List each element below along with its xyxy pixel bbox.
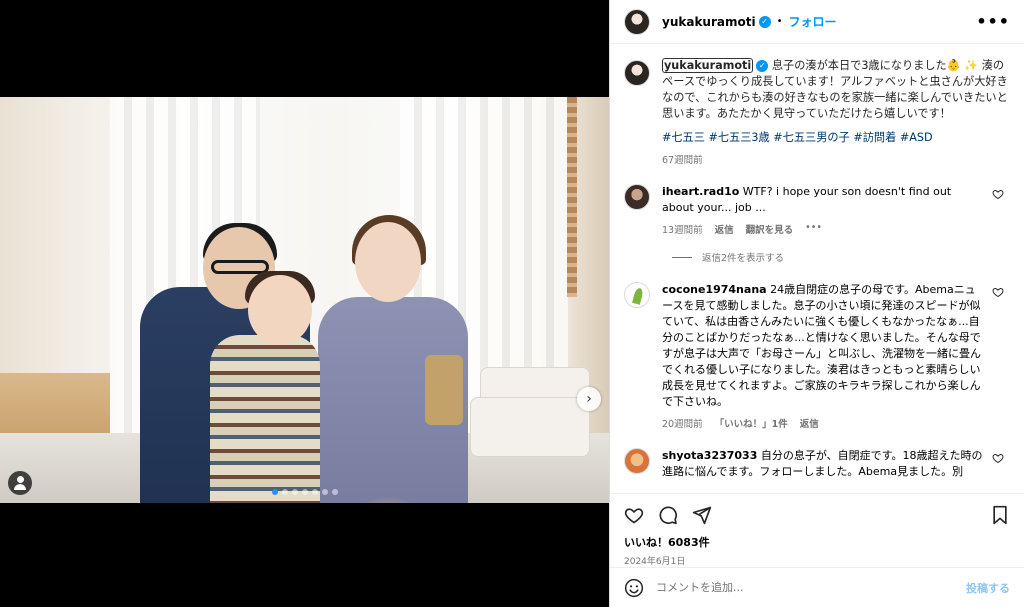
chevron-right-icon: ›: [586, 391, 592, 407]
verified-icon: ✓: [758, 15, 771, 28]
tassel: [567, 97, 577, 297]
reply-button[interactable]: 返信: [800, 416, 819, 430]
face: [248, 275, 312, 345]
comment-more-button[interactable]: •••: [805, 222, 822, 236]
post-date: 2024年6月1日: [624, 557, 686, 567]
carousel-dots: [0, 489, 609, 495]
post-comment-button[interactable]: 投稿する: [966, 580, 1010, 596]
likes-count[interactable]: いいね！6083件: [624, 534, 1010, 550]
follow-button[interactable]: フォロー: [789, 13, 837, 30]
carousel-dot: [281, 489, 288, 495]
avatar[interactable]: [624, 282, 650, 308]
caption: yukakuramoti ✓ 息子の湊が本日で3歳になりました👶 ✨ 湊のペースで…: [624, 58, 1008, 166]
carousel-dot: [331, 489, 338, 495]
caption-time: 67週間前: [662, 155, 703, 166]
comment-time: 20週間前: [662, 419, 703, 430]
reply-button[interactable]: 返信: [715, 222, 734, 236]
comment: iheart.rad1o WTF? i hope your son doesn'…: [624, 184, 1008, 264]
comments-scroll[interactable]: yukakuramoti ✓ 息子の湊が本日で3歳になりました👶 ✨ 湊のペースで…: [610, 44, 1024, 493]
comment-username[interactable]: cocone1974nana: [662, 283, 767, 296]
post-photo[interactable]: ›: [0, 97, 609, 503]
emoji-icon[interactable]: [624, 578, 644, 598]
heart-icon[interactable]: [624, 505, 644, 525]
next-slide-button[interactable]: ›: [577, 387, 601, 411]
user-icon: [16, 476, 24, 483]
verified-icon: ✓: [756, 60, 769, 72]
instagram-post-modal: › yukakuramoti ✓ • フォロー ••• yukakuramoti…: [0, 0, 1024, 607]
post-header: yukakuramoti ✓ • フォロー •••: [610, 0, 1024, 44]
comment-username[interactable]: iheart.rad1o: [662, 185, 739, 198]
avatar[interactable]: [624, 60, 650, 86]
translate-button[interactable]: 翻訳を見る: [746, 222, 794, 236]
header-username[interactable]: yukakuramoti: [662, 15, 756, 29]
comment-input[interactable]: [656, 581, 954, 594]
comment-username[interactable]: shyota3237033: [662, 449, 757, 462]
heart-icon[interactable]: [992, 286, 1004, 298]
face: [355, 222, 421, 302]
caption-username[interactable]: yukakuramoti: [662, 58, 754, 73]
comment-time: 13週間前: [662, 225, 703, 236]
comment-likes[interactable]: 「いいね！」1件: [715, 416, 788, 430]
comment: cocone1974nana 24歳自閉症の息子の母です。Abemaニュースを見…: [624, 282, 1008, 430]
hashtags[interactable]: #七五三 #七五三3歳 #七五三男の子 #訪問着 #ASD: [662, 130, 1008, 146]
avatar[interactable]: [624, 184, 650, 210]
avatar[interactable]: [624, 448, 650, 474]
comment-composer: 投稿する: [610, 567, 1024, 607]
wood-floor: [0, 373, 110, 433]
carousel-dot: [271, 489, 278, 495]
comment-icon[interactable]: [658, 505, 678, 525]
carousel-dot: [301, 489, 308, 495]
carousel-dot: [291, 489, 298, 495]
cushion: [470, 397, 590, 457]
obi: [425, 355, 463, 425]
separator-dot: •: [776, 16, 783, 27]
action-bar: いいね！6083件 2024年6月1日: [610, 493, 1024, 567]
comment-text: 24歳自閉症の息子の母です。Abemaニュースを見て感動しました。息子の小さい頃…: [662, 283, 981, 408]
more-horizontal-icon[interactable]: •••: [976, 12, 1010, 31]
share-icon[interactable]: [692, 505, 712, 525]
heart-icon[interactable]: [992, 452, 1004, 464]
person-child: [210, 335, 320, 503]
heart-icon[interactable]: [992, 188, 1004, 200]
bookmark-icon[interactable]: [990, 505, 1010, 525]
view-replies-label: 返信2件を表示する: [702, 253, 785, 264]
carousel-dot: [311, 489, 318, 495]
post-side-panel: yukakuramoti ✓ • フォロー ••• yukakuramoti ✓ …: [609, 0, 1024, 607]
avatar[interactable]: [624, 8, 650, 35]
media-pane: ›: [0, 0, 609, 607]
view-replies-button[interactable]: 返信2件を表示する: [672, 250, 1008, 264]
carousel-dot: [321, 489, 328, 495]
comment: shyota3237033 自分の息子が、自閉症です。18歳超えた時の進路に悩ん…: [624, 448, 1008, 480]
